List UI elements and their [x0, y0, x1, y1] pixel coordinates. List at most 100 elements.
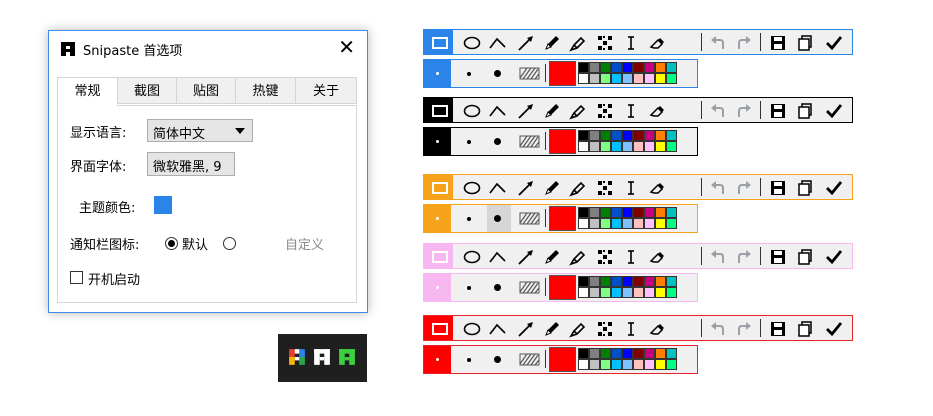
tab-about[interactable]: 关于 — [295, 77, 357, 104]
marker-tool[interactable] — [566, 316, 590, 340]
pen-size-small[interactable] — [424, 60, 451, 87]
palette-color[interactable] — [611, 130, 622, 141]
palette-color[interactable] — [655, 287, 666, 298]
polyline-tool[interactable] — [486, 316, 510, 340]
palette-color[interactable] — [589, 207, 600, 218]
text-tool[interactable] — [619, 316, 643, 340]
mosaic-tool[interactable] — [593, 98, 617, 122]
pen-size-large[interactable] — [494, 284, 501, 291]
save-button[interactable] — [766, 244, 790, 268]
pen-size-medium[interactable] — [467, 217, 471, 221]
palette-color[interactable] — [655, 348, 666, 359]
pen-size-large[interactable] — [494, 70, 501, 77]
palette-color[interactable] — [644, 62, 655, 73]
copy-button[interactable] — [793, 30, 817, 54]
redo-button[interactable] — [732, 98, 756, 122]
palette-color[interactable] — [633, 207, 644, 218]
eraser-tool[interactable] — [645, 244, 669, 268]
save-button[interactable] — [766, 175, 790, 199]
fill-mode-button[interactable] — [519, 280, 540, 299]
autostart-checkbox[interactable] — [70, 271, 83, 284]
arrow-tool[interactable] — [514, 244, 538, 268]
pen-size-small[interactable] — [424, 346, 451, 373]
done-button[interactable] — [822, 244, 846, 268]
palette-color[interactable] — [666, 359, 677, 370]
ellipse-tool[interactable] — [460, 175, 484, 199]
palette-color[interactable] — [600, 130, 611, 141]
palette-color[interactable] — [611, 348, 622, 359]
palette-color[interactable] — [633, 73, 644, 84]
palette-color[interactable] — [633, 287, 644, 298]
ellipse-tool[interactable] — [460, 98, 484, 122]
palette-color[interactable] — [600, 276, 611, 287]
undo-button[interactable] — [706, 244, 730, 268]
redo-button[interactable] — [732, 175, 756, 199]
palette-color[interactable] — [666, 141, 677, 152]
close-button[interactable]: ✕ — [338, 37, 355, 57]
language-select[interactable]: 简体中文 — [147, 119, 253, 142]
palette-color[interactable] — [633, 276, 644, 287]
pencil-tool[interactable] — [540, 30, 564, 54]
eraser-tool[interactable] — [645, 30, 669, 54]
palette-color[interactable] — [644, 73, 655, 84]
palette-color[interactable] — [644, 348, 655, 359]
pen-size-large[interactable] — [494, 215, 501, 222]
eraser-tool[interactable] — [645, 316, 669, 340]
current-color-swatch[interactable] — [549, 129, 576, 154]
palette-color[interactable] — [589, 62, 600, 73]
rectangle-tool[interactable] — [428, 175, 452, 199]
pencil-tool[interactable] — [540, 316, 564, 340]
palette-color[interactable] — [611, 218, 622, 229]
theme-color-swatch[interactable] — [154, 196, 172, 214]
palette-color[interactable] — [578, 130, 589, 141]
pencil-tool[interactable] — [540, 244, 564, 268]
palette-color[interactable] — [633, 141, 644, 152]
fill-mode-button[interactable] — [519, 211, 540, 230]
mosaic-tool[interactable] — [593, 30, 617, 54]
copy-button[interactable] — [793, 316, 817, 340]
palette-color[interactable] — [600, 207, 611, 218]
tray-default-radio[interactable] — [165, 237, 178, 250]
undo-button[interactable] — [706, 316, 730, 340]
palette-color[interactable] — [633, 348, 644, 359]
tab-paste[interactable]: 贴图 — [176, 77, 236, 104]
palette-color[interactable] — [633, 218, 644, 229]
current-color-swatch[interactable] — [549, 61, 576, 86]
palette-color[interactable] — [578, 359, 589, 370]
marker-tool[interactable] — [566, 244, 590, 268]
polyline-tool[interactable] — [486, 30, 510, 54]
copy-button[interactable] — [793, 98, 817, 122]
text-tool[interactable] — [619, 244, 643, 268]
palette-color[interactable] — [600, 141, 611, 152]
pen-size-small[interactable] — [424, 274, 451, 301]
palette-color[interactable] — [666, 207, 677, 218]
palette-color[interactable] — [589, 73, 600, 84]
palette-color[interactable] — [655, 141, 666, 152]
arrow-tool[interactable] — [514, 316, 538, 340]
palette-color[interactable] — [644, 141, 655, 152]
tab-general[interactable]: 常规 — [57, 77, 118, 106]
palette-color[interactable] — [622, 218, 633, 229]
undo-button[interactable] — [706, 98, 730, 122]
palette-color[interactable] — [644, 359, 655, 370]
palette-color[interactable] — [655, 130, 666, 141]
palette-color[interactable] — [622, 348, 633, 359]
fill-mode-button[interactable] — [519, 352, 540, 371]
mosaic-tool[interactable] — [593, 316, 617, 340]
palette-color[interactable] — [655, 73, 666, 84]
palette-color[interactable] — [644, 218, 655, 229]
palette-color[interactable] — [600, 73, 611, 84]
polyline-tool[interactable] — [486, 175, 510, 199]
ellipse-tool[interactable] — [460, 244, 484, 268]
pen-size-medium[interactable] — [467, 358, 471, 362]
palette-color[interactable] — [633, 359, 644, 370]
palette-color[interactable] — [600, 62, 611, 73]
pen-size-medium[interactable] — [467, 72, 471, 76]
ellipse-tool[interactable] — [460, 316, 484, 340]
palette-color[interactable] — [655, 218, 666, 229]
palette-color[interactable] — [589, 141, 600, 152]
redo-button[interactable] — [732, 30, 756, 54]
palette-color[interactable] — [622, 130, 633, 141]
palette-color[interactable] — [622, 141, 633, 152]
palette-color[interactable] — [622, 287, 633, 298]
